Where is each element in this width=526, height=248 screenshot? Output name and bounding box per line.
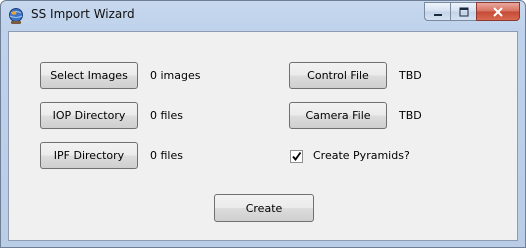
close-icon [492,2,504,21]
checkmark-icon [291,151,302,162]
camera-file-button[interactable]: Camera File [289,102,387,129]
caption-buttons [424,2,520,22]
window-title: SS Import Wizard [31,7,135,21]
create-pyramids-checkbox[interactable] [290,150,303,163]
iop-directory-button[interactable]: IOP Directory [40,102,138,129]
close-button[interactable] [476,2,520,21]
wizard-panel: Select Images 0 images IOP Directory 0 f… [8,31,518,241]
import-wizard-window: SS Import Wizard Select Images 0 images [0,0,526,248]
create-pyramids-label[interactable]: Create Pyramids? [313,149,410,162]
minimize-icon [433,2,443,21]
iop-files-count: 0 files [150,109,183,122]
camera-file-value: TBD [399,109,422,122]
title-bar[interactable]: SS Import Wizard [1,1,525,31]
globe-app-icon [7,7,25,25]
control-file-value: TBD [399,69,422,82]
control-file-button[interactable]: Control File [289,62,387,89]
minimize-button[interactable] [424,2,450,21]
images-count: 0 images [150,69,201,82]
create-button[interactable]: Create [214,194,314,222]
ipf-directory-button[interactable]: IPF Directory [40,142,138,169]
maximize-button[interactable] [450,2,476,21]
select-images-button[interactable]: Select Images [40,62,138,89]
ipf-files-count: 0 files [150,149,183,162]
maximize-icon [459,2,469,21]
